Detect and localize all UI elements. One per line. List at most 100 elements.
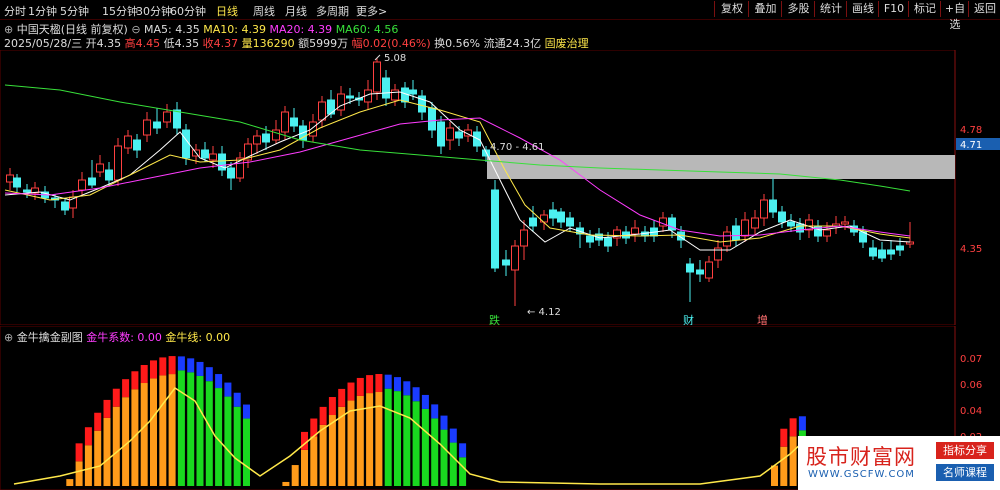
candle-body xyxy=(124,135,132,149)
sub-settings-icon[interactable]: ⊕ xyxy=(4,331,13,344)
quote-close: 收4.37 xyxy=(202,37,239,50)
candle-body xyxy=(760,199,768,219)
sub-bar-orange xyxy=(94,430,102,486)
watermark-url: WWW.GSCFW.COM xyxy=(808,469,915,480)
sub-bar-orange xyxy=(103,417,111,486)
sub-bar-red xyxy=(140,365,148,384)
watermark-tag-2: 名师课程 xyxy=(936,464,994,481)
sub-indicator-header: ⊕ 金牛擒金副图 金牛系数: 0.00 金牛线: 0.00 xyxy=(4,329,230,345)
price-axis-label: 4.78 xyxy=(960,125,982,136)
toolbar-button-8[interactable]: 返回 xyxy=(968,1,1000,17)
candle-body xyxy=(732,225,740,241)
low-marker-label: ← 4.12 xyxy=(527,307,561,318)
toolbar-button-6[interactable]: 标记 xyxy=(908,1,941,17)
candle-body xyxy=(209,153,217,161)
candle-body xyxy=(281,111,289,133)
main-frame xyxy=(0,50,956,325)
sub-bar-blue xyxy=(798,416,806,431)
sub-bar-blue xyxy=(243,404,250,419)
price-axis-label: 4.35 xyxy=(960,244,982,255)
toolbar-button-0[interactable]: 复权 xyxy=(714,1,749,17)
candle-body xyxy=(769,199,777,213)
range-label: 4.70 - 4.61 xyxy=(490,142,545,153)
sub-bar-red xyxy=(366,375,374,394)
sub-bar-orange xyxy=(310,436,318,486)
toolbar-button-7[interactable]: +自选 xyxy=(940,1,969,31)
quote-date: 2025/05/28/三 xyxy=(4,37,83,50)
sub-bar-green xyxy=(384,388,392,486)
sub-bar-red xyxy=(131,371,139,390)
candle-body xyxy=(163,111,171,123)
toolbar-button-1[interactable]: 叠加 xyxy=(748,1,782,17)
sub-bar-blue xyxy=(403,381,411,396)
period-0[interactable]: 分时 xyxy=(4,3,26,19)
candle-body xyxy=(887,249,895,255)
candle-body xyxy=(23,189,31,193)
period-1[interactable]: 1分钟 xyxy=(28,3,57,19)
sub-bar-red xyxy=(112,388,120,407)
price-axis-label: 4.71 xyxy=(960,140,982,151)
sub-bar-green xyxy=(205,381,213,486)
period-10[interactable]: 更多> xyxy=(356,3,387,19)
sub-bar-red xyxy=(375,374,383,393)
watermark-logo: 股市财富网 WWW.GSCFW.COM 指标分享 名师课程 xyxy=(798,436,1000,490)
period-7[interactable]: 周线 xyxy=(253,3,275,19)
sub-bar-red xyxy=(338,388,346,407)
sub-bar-orange xyxy=(291,465,299,486)
sub-bar-blue xyxy=(384,374,392,389)
sub-title: 金牛擒金副图 xyxy=(16,331,83,344)
candle-body xyxy=(318,101,326,121)
candlestick-chart[interactable]: 5.08 ← 4.12 4.70 - 4.61 4.78 4.71 4.35 跌 财 增 xyxy=(0,50,1000,325)
candle-body xyxy=(105,169,113,181)
period-3[interactable]: 15分钟 xyxy=(102,3,138,19)
toolbar-button-2[interactable]: 多股 xyxy=(781,1,815,17)
quote-concept[interactable]: 固废治理 xyxy=(545,37,589,50)
sub-bar-red xyxy=(122,379,130,398)
candle-body xyxy=(262,133,270,143)
quote-float-cap: 流通24.3亿 xyxy=(483,37,542,50)
quote-volume: 量136290 xyxy=(241,37,295,50)
candle-body xyxy=(153,121,161,129)
candle-body xyxy=(540,214,548,223)
coef-label: 金牛系数: 0.00 xyxy=(86,331,162,344)
candle-body xyxy=(741,219,749,237)
period-6[interactable]: 日线 xyxy=(216,3,238,19)
sub-bar-orange xyxy=(319,424,327,486)
period-4[interactable]: 30分钟 xyxy=(136,3,172,19)
period-5[interactable]: 60分钟 xyxy=(170,3,206,19)
period-2[interactable]: 5分钟 xyxy=(60,3,89,19)
sub-bar-orange xyxy=(150,378,157,486)
toolbar-button-4[interactable]: 画线 xyxy=(846,1,879,17)
toolbar-button-5[interactable]: F10 xyxy=(878,1,909,17)
candle-body xyxy=(114,145,122,181)
candle-body xyxy=(428,107,436,131)
toolbar-button-3[interactable]: 统计 xyxy=(814,1,847,17)
candle-body xyxy=(143,119,151,136)
candle-body xyxy=(751,217,759,229)
sub-bar-orange xyxy=(301,449,308,486)
candle-body xyxy=(272,129,280,141)
candle-body xyxy=(878,249,886,259)
candle-body xyxy=(896,245,904,251)
sub-bar-red xyxy=(150,360,157,379)
sub-bar-blue xyxy=(233,392,241,407)
candle-body xyxy=(869,247,877,257)
candle-body xyxy=(78,179,86,191)
sub-bar-green xyxy=(440,429,448,486)
sub-bar-blue xyxy=(459,443,467,458)
candle-body xyxy=(346,95,354,99)
candle-body xyxy=(327,99,335,115)
sub-bar-red xyxy=(319,406,327,425)
sub-axis-label: 0.06 xyxy=(960,380,982,391)
period-toolbar: 分时 1分钟 5分钟 15分钟 30分钟 60分钟 日线 周线 月线 多周期 更多> 复权 叠加 多股 统计… xyxy=(0,0,1000,31)
sub-bar-red xyxy=(780,428,788,447)
sub-bar-blue xyxy=(224,382,232,397)
candle-body xyxy=(511,245,519,271)
candle-body xyxy=(787,221,795,227)
candle-body xyxy=(631,227,639,235)
candle-body xyxy=(604,237,612,247)
sub-bar-green xyxy=(187,372,195,486)
period-8[interactable]: 月线 xyxy=(285,3,307,19)
sub-bar-orange xyxy=(347,400,355,486)
period-9[interactable]: 多周期 xyxy=(316,3,349,19)
